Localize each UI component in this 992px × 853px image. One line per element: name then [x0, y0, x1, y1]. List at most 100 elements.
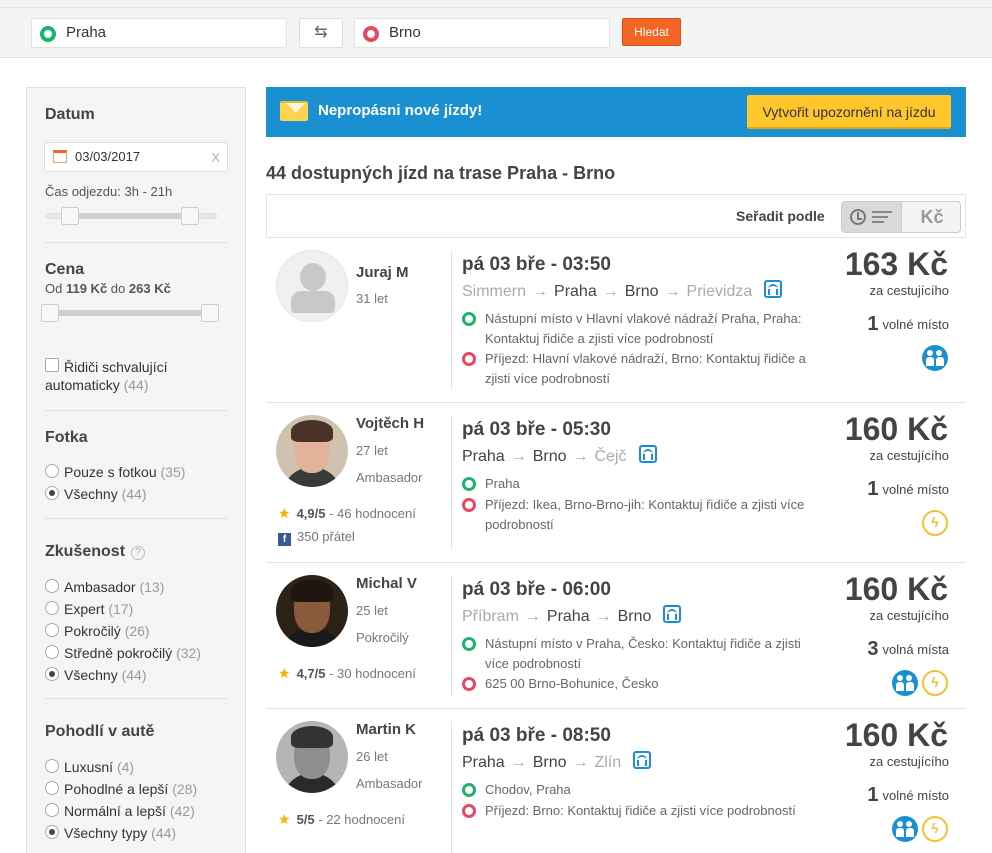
price-to-label: do: [110, 281, 126, 296]
dropoff-marker-icon: [462, 804, 476, 818]
comfort-radio-normal[interactable]: [45, 803, 59, 817]
experience-radio-expert[interactable]: [45, 601, 59, 615]
price-max-handle[interactable]: [201, 304, 219, 322]
divider: [45, 518, 227, 519]
date-clear-button[interactable]: x: [212, 143, 221, 171]
pickup-text: Chodov, Praha: [485, 782, 571, 797]
date-value: 03/03/2017: [75, 149, 141, 164]
driver-level: Ambasador: [356, 776, 423, 791]
pickup-marker-icon: [462, 783, 476, 797]
departure-time-max-handle[interactable]: [181, 207, 199, 225]
comfort-option-all[interactable]: Všechny typy (44): [64, 825, 176, 841]
departure-time-min-handle[interactable]: [61, 207, 79, 225]
option-label: Středně pokročilý: [64, 645, 173, 661]
auto-approve-label[interactable]: Řidiči schvalující automaticky (44): [45, 358, 215, 394]
ride-card[interactable]: Juraj M 31 let pá 03 bře - 03:50 Simmern…: [266, 238, 966, 403]
departure-time-label: Čas odjezdu: 3h - 21h: [45, 184, 173, 199]
driver-name[interactable]: Juraj M: [356, 264, 409, 281]
experience-option-advanced[interactable]: Pokročilý (26): [64, 623, 150, 639]
pickup-text: Praha: [485, 476, 520, 491]
dropoff-text: Příjezd: Ikea, Brno-Brno-jih: Kontaktuj …: [485, 497, 805, 532]
destination-input[interactable]: Brno: [354, 18, 610, 48]
comfort-option-normal[interactable]: Normální a lepší (42): [64, 803, 195, 819]
experience-option-intermediate[interactable]: Středně pokročilý (32): [64, 645, 201, 661]
photo-radio-all[interactable]: [45, 486, 59, 500]
price-per-passenger: za cestujícího: [869, 283, 950, 298]
divider: [45, 242, 227, 243]
alert-banner: Nepropásni nové jízdy! Vytvořit upozorně…: [266, 87, 966, 137]
arrow-icon: →: [510, 448, 527, 465]
avatar-placeholder: [276, 250, 348, 322]
dropoff-text: 625 00 Brno-Bohunice, Česko: [485, 676, 659, 691]
experience-option-ambasador[interactable]: Ambasador (13): [64, 579, 164, 595]
price-min-handle[interactable]: [41, 304, 59, 322]
comfort-option-comfortable[interactable]: Pohodlné a lepší (28): [64, 781, 197, 797]
arrow-icon: →: [510, 754, 527, 771]
price-to-value: 263 Kč: [128, 281, 171, 296]
photo-option-only-photo[interactable]: Pouze s fotkou (35): [64, 464, 185, 480]
experience-radio-intermediate[interactable]: [45, 645, 59, 659]
pickup-marker-icon: [462, 477, 476, 491]
sort-by-price-button[interactable]: Kč: [903, 202, 960, 232]
arrow-icon: →: [602, 283, 619, 300]
route-stop: Brno: [617, 608, 652, 625]
route-stop: Praha: [462, 754, 505, 771]
search-button[interactable]: Hledat: [622, 18, 681, 46]
comfort-option-luxury[interactable]: Luxusní (4): [64, 759, 134, 775]
comfort-radio-all[interactable]: [45, 825, 59, 839]
origin-value: Praha: [66, 24, 107, 41]
experience-radio-ambasador[interactable]: [45, 579, 59, 593]
passengers-icon: [892, 670, 918, 696]
experience-option-expert[interactable]: Expert (17): [64, 601, 133, 617]
departure-time: pá 03 bře - 06:00: [462, 579, 611, 600]
route-stop: Prievidza: [686, 283, 753, 300]
rating-value: 5/5: [296, 812, 315, 827]
ride-card[interactable]: Martin K 26 let Ambasador ★ 5/5 - 22 hodn…: [266, 709, 966, 853]
option-label: Pohodlné a lepší: [64, 781, 169, 797]
ride-price: 163 Kč: [844, 246, 948, 282]
comfort-radio-comfortable[interactable]: [45, 781, 59, 795]
option-count: (13): [139, 579, 165, 595]
photo-option-all[interactable]: Všechny (44): [64, 486, 147, 502]
experience-option-all[interactable]: Všechny (44): [64, 667, 147, 683]
pickup-point: Nástupní místo v Hlavní vlakové nádraží …: [462, 309, 814, 349]
help-icon[interactable]: ?: [131, 546, 146, 560]
option-count: (42): [169, 803, 195, 819]
experience-radio-advanced[interactable]: [45, 623, 59, 637]
driver-name[interactable]: Martin K: [356, 721, 416, 738]
pickup-marker-icon: [462, 637, 476, 651]
ride-price: 160 Kč: [844, 571, 948, 607]
price-per-passenger: za cestujícího: [869, 448, 950, 463]
photo-radio-only-photo[interactable]: [45, 464, 59, 478]
date-heading: Datum: [45, 106, 95, 123]
origin-input[interactable]: Praha: [31, 18, 287, 48]
create-alert-button[interactable]: Vytvořit upozornění na jízdu: [747, 95, 951, 129]
driver-name[interactable]: Michal V: [356, 575, 417, 592]
route-stop: Praha: [462, 448, 505, 465]
alert-banner-text: Nepropásni nové jízdy!: [318, 102, 483, 119]
price-from-value: 119 Kč: [65, 281, 108, 296]
route-stop: Brno: [532, 754, 567, 771]
arrow-icon: →: [524, 608, 541, 625]
pickup-marker-icon: [462, 312, 476, 326]
price-slider[interactable]: [49, 310, 219, 316]
review-count: - 46 hodnocení: [329, 506, 416, 521]
sort-by-time-button[interactable]: [842, 202, 902, 232]
option-count: (44): [151, 825, 177, 841]
auto-approve-text: Řidiči schvalující automaticky: [45, 359, 168, 393]
option-label: Všechny: [64, 667, 118, 683]
option-count: (44): [121, 667, 147, 683]
arrow-icon: →: [572, 448, 589, 465]
experience-radio-all[interactable]: [45, 667, 59, 681]
comfort-radio-luxury[interactable]: [45, 759, 59, 773]
swap-button[interactable]: ⇆: [299, 18, 343, 48]
ride-card[interactable]: Michal V 25 let Pokročilý ★ 4,7/5 - 30 ho…: [266, 563, 966, 709]
review-count: - 30 hodnocení: [329, 666, 416, 681]
driver-rating: ★ 5/5 - 22 hodnocení: [278, 811, 405, 828]
option-label: Pouze s fotkou: [64, 464, 157, 480]
route: Simmern → Praha → Brno → Prievidza: [462, 280, 783, 301]
date-input[interactable]: 03/03/2017 x: [44, 142, 228, 172]
ride-card[interactable]: Vojtěch H 27 let Ambasador ★ 4,9/5 - 46 h…: [266, 403, 966, 563]
driver-name[interactable]: Vojtěch H: [356, 415, 424, 432]
divider: [451, 575, 452, 697]
